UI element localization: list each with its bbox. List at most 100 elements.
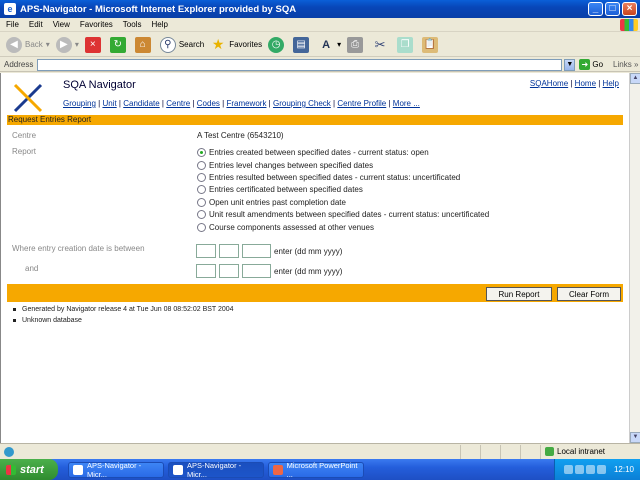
date-to-month-input[interactable] xyxy=(219,264,239,278)
maximize-button[interactable]: □ xyxy=(605,2,620,16)
report-option[interactable]: Entries certificated between specified d… xyxy=(197,185,363,194)
tray-icons xyxy=(562,465,606,474)
nav-framework[interactable]: Framework xyxy=(226,99,266,108)
system-tray: 12:10 xyxy=(554,459,640,480)
menu-favorites[interactable]: Favorites xyxy=(80,20,113,29)
report-option[interactable]: Open unit entries past completion date xyxy=(197,198,346,207)
copy-button[interactable]: ❐ xyxy=(397,36,416,53)
address-dropdown-button[interactable]: ▼ xyxy=(564,58,576,71)
start-button[interactable]: start xyxy=(0,459,58,480)
sqa-logo xyxy=(13,83,43,113)
edit-page-button[interactable]: ▤ xyxy=(293,36,312,53)
report-option[interactable]: Course components assessed at other venu… xyxy=(197,223,374,232)
run-report-button[interactable]: Run Report xyxy=(486,287,552,301)
radio-button[interactable] xyxy=(197,210,206,219)
radio-button[interactable] xyxy=(197,223,206,232)
site-brand: SQA Navigator xyxy=(63,79,136,91)
report-label: Report xyxy=(12,147,37,156)
report-option[interactable]: Unit result amendments between specified… xyxy=(197,210,489,219)
links-toolbar[interactable]: Links » xyxy=(613,60,638,69)
go-button[interactable]: ➜ Go xyxy=(579,59,603,70)
zone-label: Local intranet xyxy=(557,447,606,456)
window-title: APS-Navigator - Microsoft Internet Explo… xyxy=(20,3,297,15)
history-button[interactable]: ◷ xyxy=(268,36,287,53)
home-icon: ⌂ xyxy=(134,36,151,53)
nav-grouping[interactable]: Grouping xyxy=(63,99,96,108)
cut-button[interactable]: ✂ xyxy=(372,37,391,53)
taskbar-item[interactable]: Microsoft PowerPoint ... xyxy=(268,461,364,479)
clock: 12:10 xyxy=(613,465,634,474)
paste-button[interactable]: 📋 xyxy=(422,36,441,53)
menu-tools[interactable]: Tools xyxy=(123,20,142,29)
font-size-button[interactable]: A ▾ xyxy=(318,37,341,53)
copy-icon: ❐ xyxy=(397,36,414,53)
clear-form-button[interactable]: Clear Form xyxy=(557,287,621,301)
nav-unit[interactable]: Unit xyxy=(102,99,116,108)
menu-edit[interactable]: Edit xyxy=(29,20,43,29)
font-icon: A xyxy=(322,38,331,51)
back-button[interactable]: ◀ Back ▾ xyxy=(6,36,50,53)
radio-button[interactable] xyxy=(197,161,206,170)
print-button[interactable]: ⎙ xyxy=(347,36,366,53)
date-to-day-input[interactable] xyxy=(196,264,216,278)
nav-grouping-check[interactable]: Grouping Check xyxy=(273,99,331,108)
date-to-row: enter (dd mm yyyy) xyxy=(196,264,342,278)
title-bar: e APS-Navigator - Microsoft Internet Exp… xyxy=(0,0,640,18)
refresh-button[interactable]: ↻ xyxy=(109,36,129,53)
radio-button-checked[interactable] xyxy=(197,148,206,157)
taskbar-item[interactable]: APS-Navigator - Micr... xyxy=(68,461,164,479)
close-button[interactable]: × xyxy=(622,2,637,16)
ie-icon: e xyxy=(4,3,16,15)
nav-home[interactable]: Home xyxy=(575,79,596,88)
nav-candidate[interactable]: Candidate xyxy=(123,99,159,108)
nav-centre-profile[interactable]: Centre Profile xyxy=(337,99,386,108)
radio-button[interactable] xyxy=(197,173,206,182)
vertical-scrollbar[interactable]: ▲ ▼ xyxy=(629,73,640,443)
date-from-year-input[interactable] xyxy=(242,244,271,258)
bullet-icon xyxy=(13,319,16,322)
intranet-icon xyxy=(545,447,554,456)
radio-button[interactable] xyxy=(197,198,206,207)
window-icon: ▤ xyxy=(293,36,310,53)
search-button[interactable]: ⚲ Search xyxy=(159,36,204,53)
menu-bar: File Edit View Favorites Tools Help xyxy=(0,18,640,32)
address-label: Address xyxy=(4,60,34,69)
nav-sqahome[interactable]: SQAHome xyxy=(530,79,568,88)
date-from-month-input[interactable] xyxy=(219,244,239,258)
print-icon: ⎙ xyxy=(347,36,364,53)
report-option[interactable]: Entries resulted between specified dates… xyxy=(197,173,460,182)
nav-more[interactable]: More ... xyxy=(393,99,420,108)
address-input[interactable] xyxy=(37,58,563,71)
refresh-icon: ↻ xyxy=(109,36,126,53)
menu-file[interactable]: File xyxy=(6,20,19,29)
date-to-year-input[interactable] xyxy=(242,264,271,278)
clipboard-icon: 📋 xyxy=(422,36,439,53)
powerpoint-icon xyxy=(273,464,283,475)
scroll-down-icon[interactable]: ▼ xyxy=(630,432,640,443)
scroll-up-icon[interactable]: ▲ xyxy=(630,73,640,84)
report-option[interactable]: Entries level changes between specified … xyxy=(197,161,373,170)
nav-codes[interactable]: Codes xyxy=(197,99,220,108)
nav-centre[interactable]: Centre xyxy=(166,99,190,108)
radio-button[interactable] xyxy=(197,185,206,194)
menu-view[interactable]: View xyxy=(53,20,70,29)
centre-value: A Test Centre (6543210) xyxy=(197,131,284,140)
taskbar-item[interactable]: APS-Navigator - Micr... xyxy=(168,461,264,479)
home-button[interactable]: ⌂ xyxy=(134,36,154,53)
status-bar: Local intranet xyxy=(0,443,640,459)
windows-flag-icon xyxy=(6,464,16,475)
forward-button[interactable]: ▶ ▾ xyxy=(55,36,79,53)
footer-item: Unknown database xyxy=(13,317,82,324)
toolbar: ◀ Back ▾ ▶ ▾ × ↻ ⌂ ⚲ Search ★ Favorites ◷ … xyxy=(0,33,640,57)
menu-help[interactable]: Help xyxy=(151,20,167,29)
minimize-button[interactable]: _ xyxy=(588,2,603,16)
favorites-button[interactable]: ★ Favorites xyxy=(210,36,262,53)
report-option[interactable]: Entries created between specified dates … xyxy=(197,148,429,157)
nav-help[interactable]: Help xyxy=(603,79,619,88)
date-from-day-input[interactable] xyxy=(196,244,216,258)
footer-item: Generated by Navigator release 4 at Tue … xyxy=(13,306,234,313)
stop-button[interactable]: × xyxy=(84,36,104,53)
windows-logo-icon xyxy=(620,18,638,31)
date-hint: enter (dd mm yyyy) xyxy=(274,266,343,276)
scissors-icon: ✂ xyxy=(374,36,386,52)
